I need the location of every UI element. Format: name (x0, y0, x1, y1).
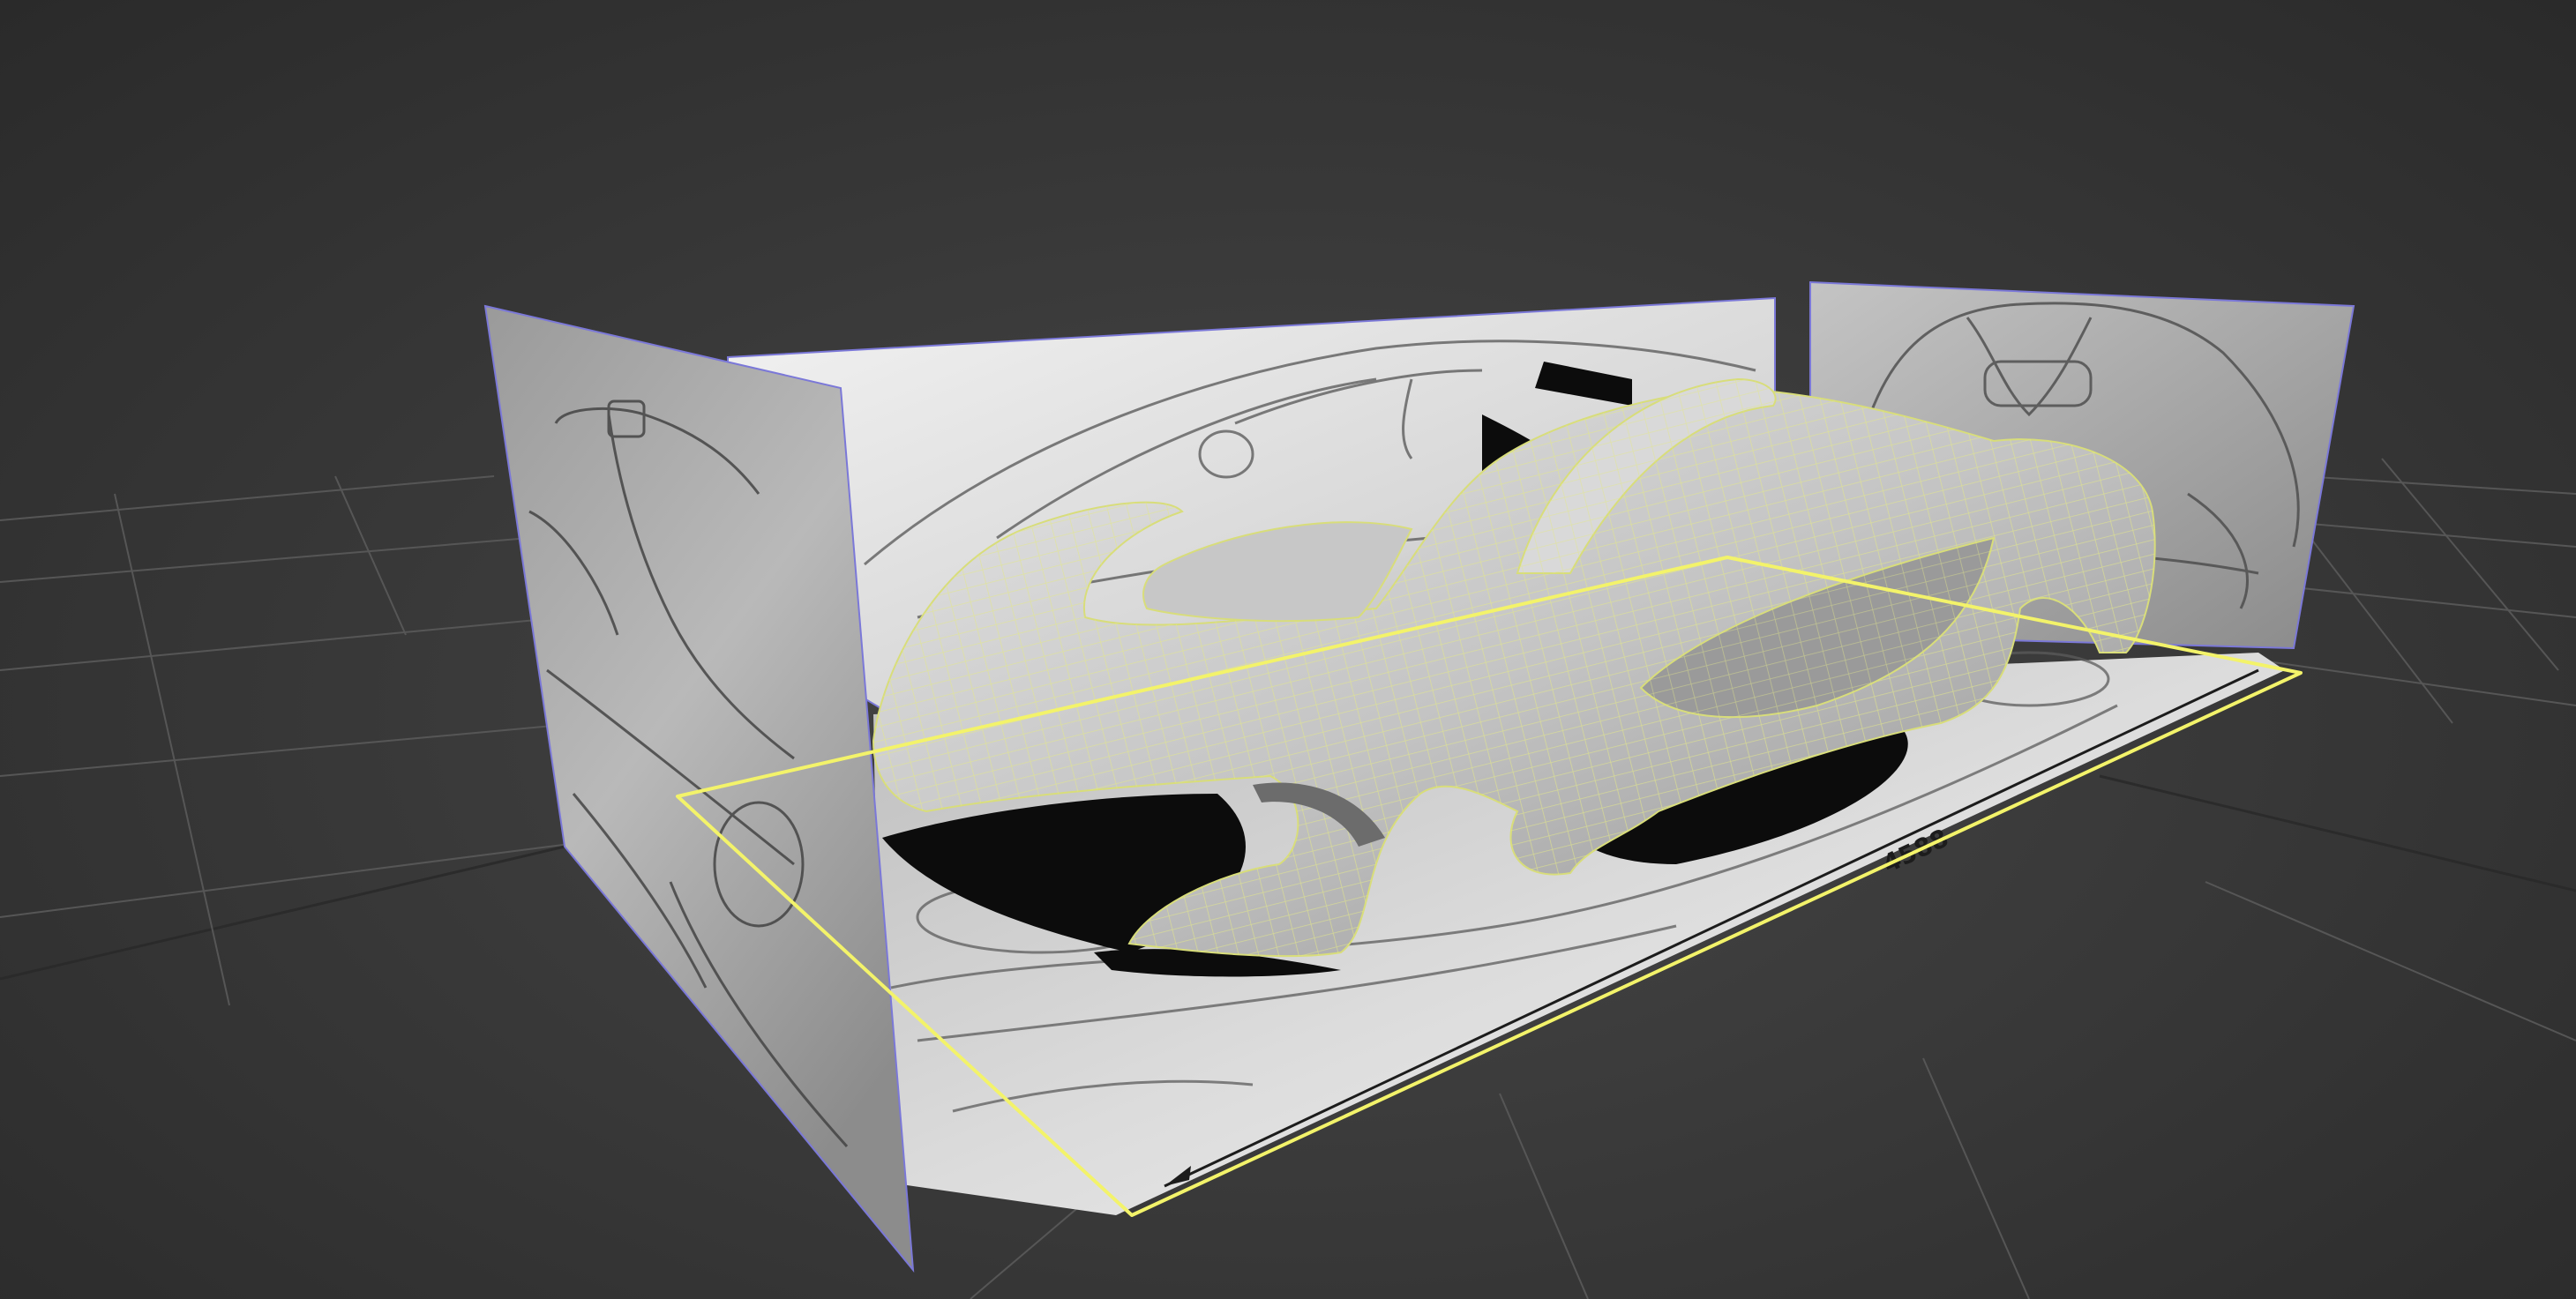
3d-viewport[interactable]: 4588 (0, 0, 2576, 1299)
